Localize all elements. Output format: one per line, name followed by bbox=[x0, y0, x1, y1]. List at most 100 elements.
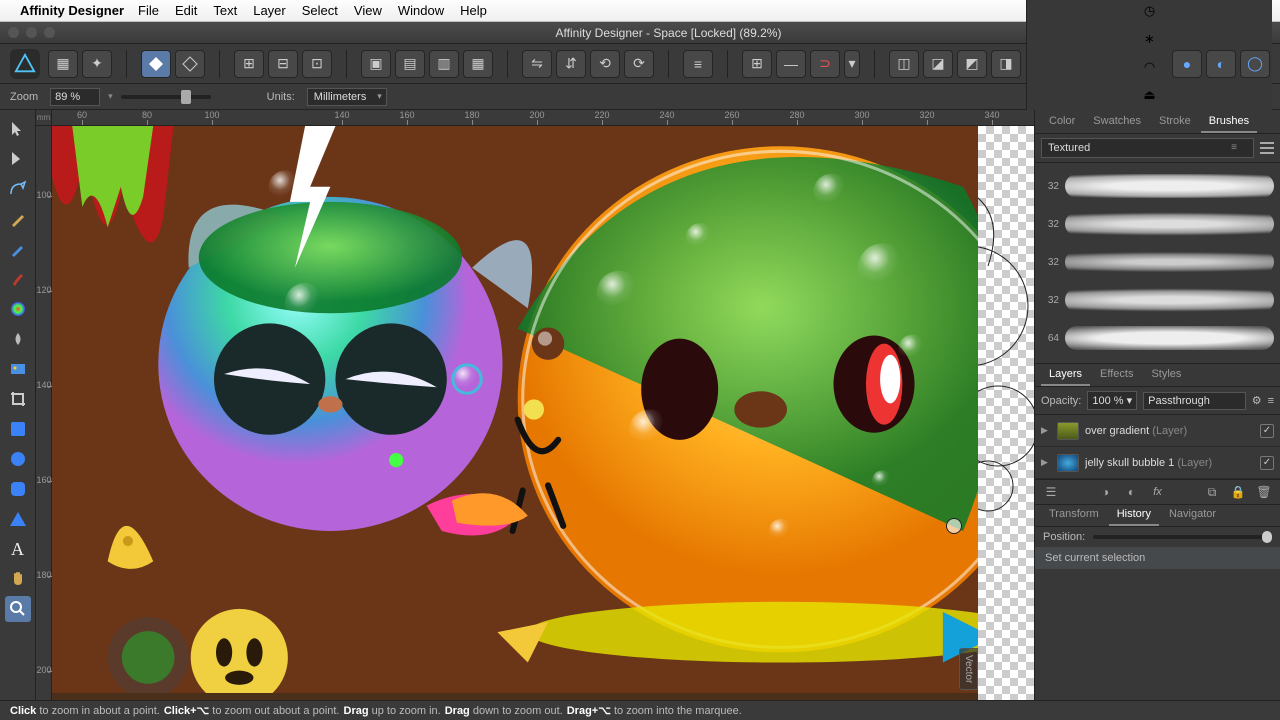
layer-row[interactable]: ▶ jelly skull bubble 1 (Layer) ✓ bbox=[1035, 447, 1280, 479]
brushes-list[interactable]: 32 32 32 32 64 bbox=[1035, 163, 1280, 363]
menu-select[interactable]: Select bbox=[302, 3, 338, 18]
app-name[interactable]: Affinity Designer bbox=[20, 3, 124, 18]
gear-icon[interactable]: ⚙ bbox=[1252, 394, 1262, 407]
text-tool[interactable]: A bbox=[5, 536, 31, 562]
horizontal-ruler[interactable]: 60 80 100 140 160 180 200 220 240 260 28… bbox=[52, 110, 1034, 126]
menu-file[interactable]: File bbox=[138, 3, 159, 18]
snap-grid-button[interactable]: ⊞ bbox=[234, 50, 264, 78]
zoom-tool[interactable] bbox=[5, 596, 31, 622]
layer-menu-icon[interactable]: ≡ bbox=[1268, 395, 1274, 407]
menu-edit[interactable]: Edit bbox=[175, 3, 197, 18]
pen-tool[interactable] bbox=[5, 206, 31, 232]
boolean-intersect-button[interactable]: ◩ bbox=[957, 50, 987, 78]
tab-navigator[interactable]: Navigator bbox=[1161, 504, 1224, 526]
pan-tool[interactable] bbox=[5, 566, 31, 592]
duplicate-icon[interactable]: ⧉ bbox=[1204, 484, 1220, 500]
adjustment-icon[interactable]: ◐ bbox=[1124, 484, 1140, 500]
arrange-backward-button[interactable]: ▤ bbox=[395, 50, 425, 78]
history-item[interactable]: Set current selection bbox=[1035, 547, 1280, 569]
mask-icon[interactable]: ◑ bbox=[1098, 484, 1114, 500]
arrange-forward-button[interactable]: ▥ bbox=[429, 50, 459, 78]
history-position-slider[interactable] bbox=[1093, 535, 1272, 539]
units-dropdown[interactable]: Millimeters bbox=[307, 88, 387, 106]
brush-item[interactable]: 32 bbox=[1041, 205, 1274, 243]
align-button[interactable]: ≡ bbox=[683, 50, 713, 78]
document-canvas[interactable]: Vector bbox=[52, 126, 1034, 700]
blend-mode-dropdown[interactable]: Passthrough bbox=[1143, 392, 1246, 410]
tab-brushes[interactable]: Brushes bbox=[1201, 111, 1257, 133]
tab-layers[interactable]: Layers bbox=[1041, 364, 1090, 386]
triangle-tool[interactable] bbox=[5, 506, 31, 532]
menu-help[interactable]: Help bbox=[460, 3, 487, 18]
vertical-ruler[interactable]: 100 120 140 160 180 200 bbox=[36, 126, 52, 700]
zoom-input[interactable] bbox=[50, 88, 100, 106]
pencil-tool[interactable] bbox=[5, 236, 31, 262]
wifi-icon[interactable]: ◠ bbox=[1142, 59, 1158, 75]
arrange-front-button[interactable]: ▦ bbox=[463, 50, 493, 78]
brush-tool[interactable] bbox=[5, 266, 31, 292]
tab-swatches[interactable]: Swatches bbox=[1085, 111, 1149, 133]
boolean-xor-button[interactable]: ◨ bbox=[991, 50, 1021, 78]
tab-styles[interactable]: Styles bbox=[1143, 364, 1189, 386]
snapping-grid-button[interactable]: ⊞ bbox=[742, 50, 772, 78]
expand-icon[interactable]: ▶ bbox=[1041, 457, 1051, 468]
clock-icon[interactable]: ◷ bbox=[1142, 3, 1158, 19]
boolean-subtract-button[interactable]: ◪ bbox=[923, 50, 953, 78]
brush-item[interactable]: 64 bbox=[1041, 319, 1274, 357]
brush-item[interactable]: 32 bbox=[1041, 167, 1274, 205]
crop-tool[interactable] bbox=[5, 386, 31, 412]
layer-visible-checkbox[interactable]: ✓ bbox=[1260, 424, 1274, 438]
rotate-cw-button[interactable]: ⟳ bbox=[624, 50, 654, 78]
tab-transform[interactable]: Transform bbox=[1041, 504, 1107, 526]
rectangle-tool[interactable] bbox=[5, 416, 31, 442]
fill-tool[interactable] bbox=[5, 296, 31, 322]
snap-node-button[interactable]: ⊡ bbox=[302, 50, 332, 78]
grid-config-button[interactable] bbox=[175, 50, 205, 78]
ellipse-tool[interactable] bbox=[5, 446, 31, 472]
transparency-tool[interactable] bbox=[5, 326, 31, 352]
snap-baseline-button[interactable]: ⊟ bbox=[268, 50, 298, 78]
layer-row[interactable]: ▶ over gradient (Layer) ✓ bbox=[1035, 415, 1280, 447]
brush-view-icon[interactable] bbox=[1260, 141, 1274, 155]
zoom-slider[interactable] bbox=[121, 95, 211, 99]
corner-tool[interactable] bbox=[5, 176, 31, 202]
window-traffic-lights[interactable] bbox=[8, 27, 55, 38]
move-tool[interactable] bbox=[5, 116, 31, 142]
layer-visible-checkbox[interactable]: ✓ bbox=[1260, 456, 1274, 470]
flip-horizontal-button[interactable]: ⇋ bbox=[522, 50, 552, 78]
tab-effects[interactable]: Effects bbox=[1092, 364, 1141, 386]
brush-item[interactable]: 32 bbox=[1041, 281, 1274, 319]
brush-category-dropdown[interactable]: Textured bbox=[1041, 138, 1254, 158]
snap-dropdown-button[interactable]: ▾ bbox=[844, 50, 860, 78]
boolean-add-button[interactable]: ◫ bbox=[889, 50, 919, 78]
tab-stroke[interactable]: Stroke bbox=[1151, 111, 1199, 133]
persona-draw-button[interactable]: ▦ bbox=[48, 50, 78, 78]
bluetooth-icon[interactable]: ∗ bbox=[1142, 31, 1158, 47]
persona-tab-vector[interactable]: Vector bbox=[959, 648, 978, 690]
expand-icon[interactable]: ▶ bbox=[1041, 425, 1051, 436]
flip-vertical-button[interactable]: ⇵ bbox=[556, 50, 586, 78]
layers-list[interactable]: ▶ over gradient (Layer) ✓ ▶ jelly skull … bbox=[1035, 415, 1280, 479]
arrange-back-button[interactable]: ▣ bbox=[361, 50, 391, 78]
magnet-button[interactable]: ⊃ bbox=[810, 50, 840, 78]
insert-intersect-button[interactable]: ◐ bbox=[1206, 50, 1236, 78]
menu-layer[interactable]: Layer bbox=[253, 3, 286, 18]
tab-color[interactable]: Color bbox=[1041, 111, 1083, 133]
rotate-ccw-button[interactable]: ⟲ bbox=[590, 50, 620, 78]
trash-icon[interactable]: 🗑 bbox=[1256, 484, 1272, 500]
brush-item[interactable]: 32 bbox=[1041, 243, 1274, 281]
grid-toggle-button[interactable] bbox=[141, 50, 171, 78]
layers-stack-icon[interactable]: ☰ bbox=[1043, 484, 1059, 500]
rounded-rect-tool[interactable] bbox=[5, 476, 31, 502]
insert-ring-button[interactable]: ◯ bbox=[1240, 50, 1270, 78]
snapping-toggle-button[interactable]: — bbox=[776, 50, 806, 78]
persona-pixel-button[interactable]: ✦ bbox=[82, 50, 112, 78]
insert-circle-button[interactable]: ● bbox=[1172, 50, 1202, 78]
menu-window[interactable]: Window bbox=[398, 3, 444, 18]
tab-history[interactable]: History bbox=[1109, 504, 1159, 526]
eject-icon[interactable]: ⏏ bbox=[1142, 87, 1158, 103]
menu-text[interactable]: Text bbox=[213, 3, 237, 18]
fx-icon[interactable]: fx bbox=[1150, 484, 1166, 500]
lock-icon[interactable]: 🔒 bbox=[1230, 484, 1246, 500]
menu-view[interactable]: View bbox=[354, 3, 382, 18]
